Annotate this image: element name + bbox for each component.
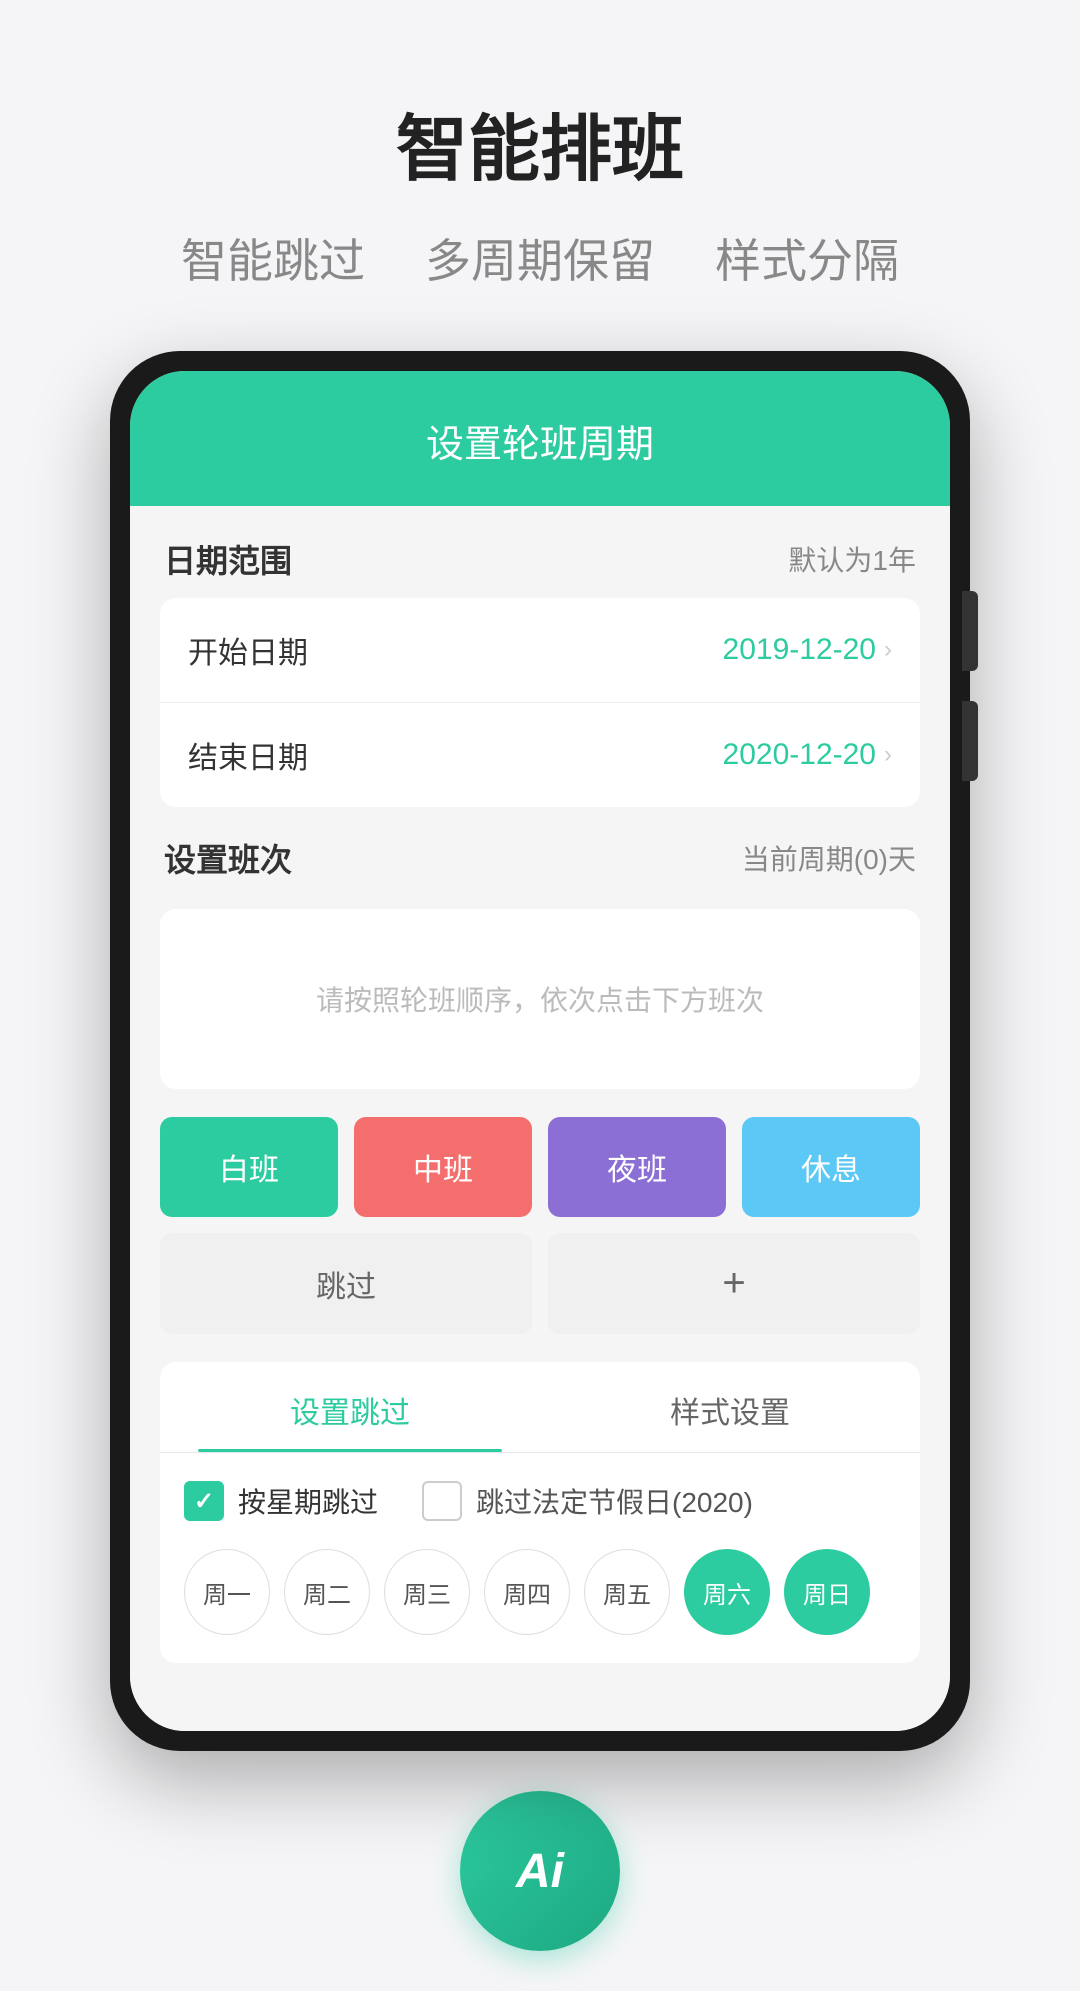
date-card: 开始日期 2019-12-20 › 结束日期 2020-12-20 ›	[160, 598, 920, 807]
shift-button-rest[interactable]: 休息	[742, 1117, 920, 1217]
checkbox-holiday-label: 跳过法定节假日(2020)	[476, 1481, 753, 1521]
phone-screen: 设置轮班周期 日期范围 默认为1年 开始日期 2019-12-20 › 结束日期	[130, 371, 950, 1731]
weekday-button-wed[interactable]: 周三	[384, 1549, 470, 1635]
app-header: 设置轮班周期	[130, 371, 950, 506]
side-button-2	[962, 701, 978, 781]
date-section-hint: 默认为1年	[788, 539, 916, 579]
start-date-chevron-icon: ›	[884, 636, 892, 664]
bottom-tabs-card: 设置跳过 样式设置 ✓ 按星期跳过 跳过法	[160, 1362, 920, 1663]
end-date-row[interactable]: 结束日期 2020-12-20 ›	[160, 703, 920, 807]
weekday-button-sun[interactable]: 周日	[784, 1549, 870, 1635]
weekday-button-tue[interactable]: 周二	[284, 1549, 370, 1635]
checkbox-weekday-label: 按星期跳过	[238, 1481, 378, 1521]
page-header: 智能排班 智能跳过 多周期保留 样式分隔	[0, 0, 1080, 331]
tab-skip-settings[interactable]: 设置跳过	[160, 1362, 540, 1452]
weekday-button-mon[interactable]: 周一	[184, 1549, 270, 1635]
subtitle-row: 智能跳过 多周期保留 样式分隔	[40, 225, 1040, 291]
start-date-label: 开始日期	[188, 628, 308, 672]
shift-button-skip[interactable]: 跳过	[160, 1233, 532, 1334]
weekday-button-sat[interactable]: 周六	[684, 1549, 770, 1635]
end-date-label: 结束日期	[188, 733, 308, 777]
end-date-value: 2020-12-20	[723, 738, 876, 772]
shift-button-add[interactable]: +	[548, 1233, 920, 1334]
checkbox-holiday-wrap: 跳过法定节假日(2020)	[422, 1481, 753, 1521]
checkbox-holiday[interactable]	[422, 1481, 462, 1521]
start-date-row[interactable]: 开始日期 2019-12-20 ›	[160, 598, 920, 703]
date-section-header: 日期范围 默认为1年	[160, 536, 920, 582]
end-date-chevron-icon: ›	[884, 741, 892, 769]
shift-section-title: 设置班次	[164, 835, 292, 881]
shift-buttons-row1: 白班 中班 夜班 休息	[160, 1117, 920, 1217]
ai-fab-label: Ai	[516, 1844, 564, 1899]
date-section-title: 日期范围	[164, 536, 292, 582]
weekday-button-fri[interactable]: 周五	[584, 1549, 670, 1635]
shift-empty-state: 请按照轮班顺序，依次点击下方班次	[160, 909, 920, 1089]
app-header-title: 设置轮班周期	[426, 424, 654, 466]
side-button-1	[962, 591, 978, 671]
skip-settings-content: ✓ 按星期跳过 跳过法定节假日(2020) 周一 周二 周三	[160, 1453, 920, 1663]
app-content: 日期范围 默认为1年 开始日期 2019-12-20 › 结束日期 2020-1…	[130, 506, 950, 1731]
tab-style-settings[interactable]: 样式设置	[540, 1362, 920, 1452]
checkbox-weekday-wrap: ✓ 按星期跳过	[184, 1481, 378, 1521]
shift-button-mid[interactable]: 中班	[354, 1117, 532, 1217]
page-title: 智能排班	[40, 90, 1040, 195]
start-date-value-wrap: 2019-12-20 ›	[723, 633, 892, 667]
subtitle-item-3: 样式分隔	[715, 225, 899, 291]
shift-section-header: 设置班次 当前周期(0)天	[160, 835, 920, 881]
fab-area: Ai	[0, 1791, 1080, 1991]
shift-button-night[interactable]: 夜班	[548, 1117, 726, 1217]
checkbox-row: ✓ 按星期跳过 跳过法定节假日(2020)	[184, 1481, 896, 1521]
shift-buttons-row2: 跳过 +	[160, 1233, 920, 1334]
tab-bar: 设置跳过 样式设置	[160, 1362, 920, 1453]
shift-section-hint: 当前周期(0)天	[742, 838, 916, 878]
end-date-value-wrap: 2020-12-20 ›	[723, 738, 892, 772]
shift-empty-text: 请按照轮班顺序，依次点击下方班次	[316, 985, 764, 1016]
phone-mockup: 设置轮班周期 日期范围 默认为1年 开始日期 2019-12-20 › 结束日期	[110, 351, 970, 1751]
subtitle-item-2: 多周期保留	[425, 225, 655, 291]
shift-button-day[interactable]: 白班	[160, 1117, 338, 1217]
start-date-value: 2019-12-20	[723, 633, 876, 667]
checkmark-icon: ✓	[194, 1487, 214, 1516]
subtitle-item-1: 智能跳过	[181, 225, 365, 291]
ai-fab-button[interactable]: Ai	[460, 1791, 620, 1951]
shift-buttons-container: 白班 中班 夜班 休息 跳过 +	[160, 1117, 920, 1334]
checkbox-weekday[interactable]: ✓	[184, 1481, 224, 1521]
weekday-row: 周一 周二 周三 周四 周五 周六 周日	[184, 1549, 896, 1635]
weekday-button-thu[interactable]: 周四	[484, 1549, 570, 1635]
